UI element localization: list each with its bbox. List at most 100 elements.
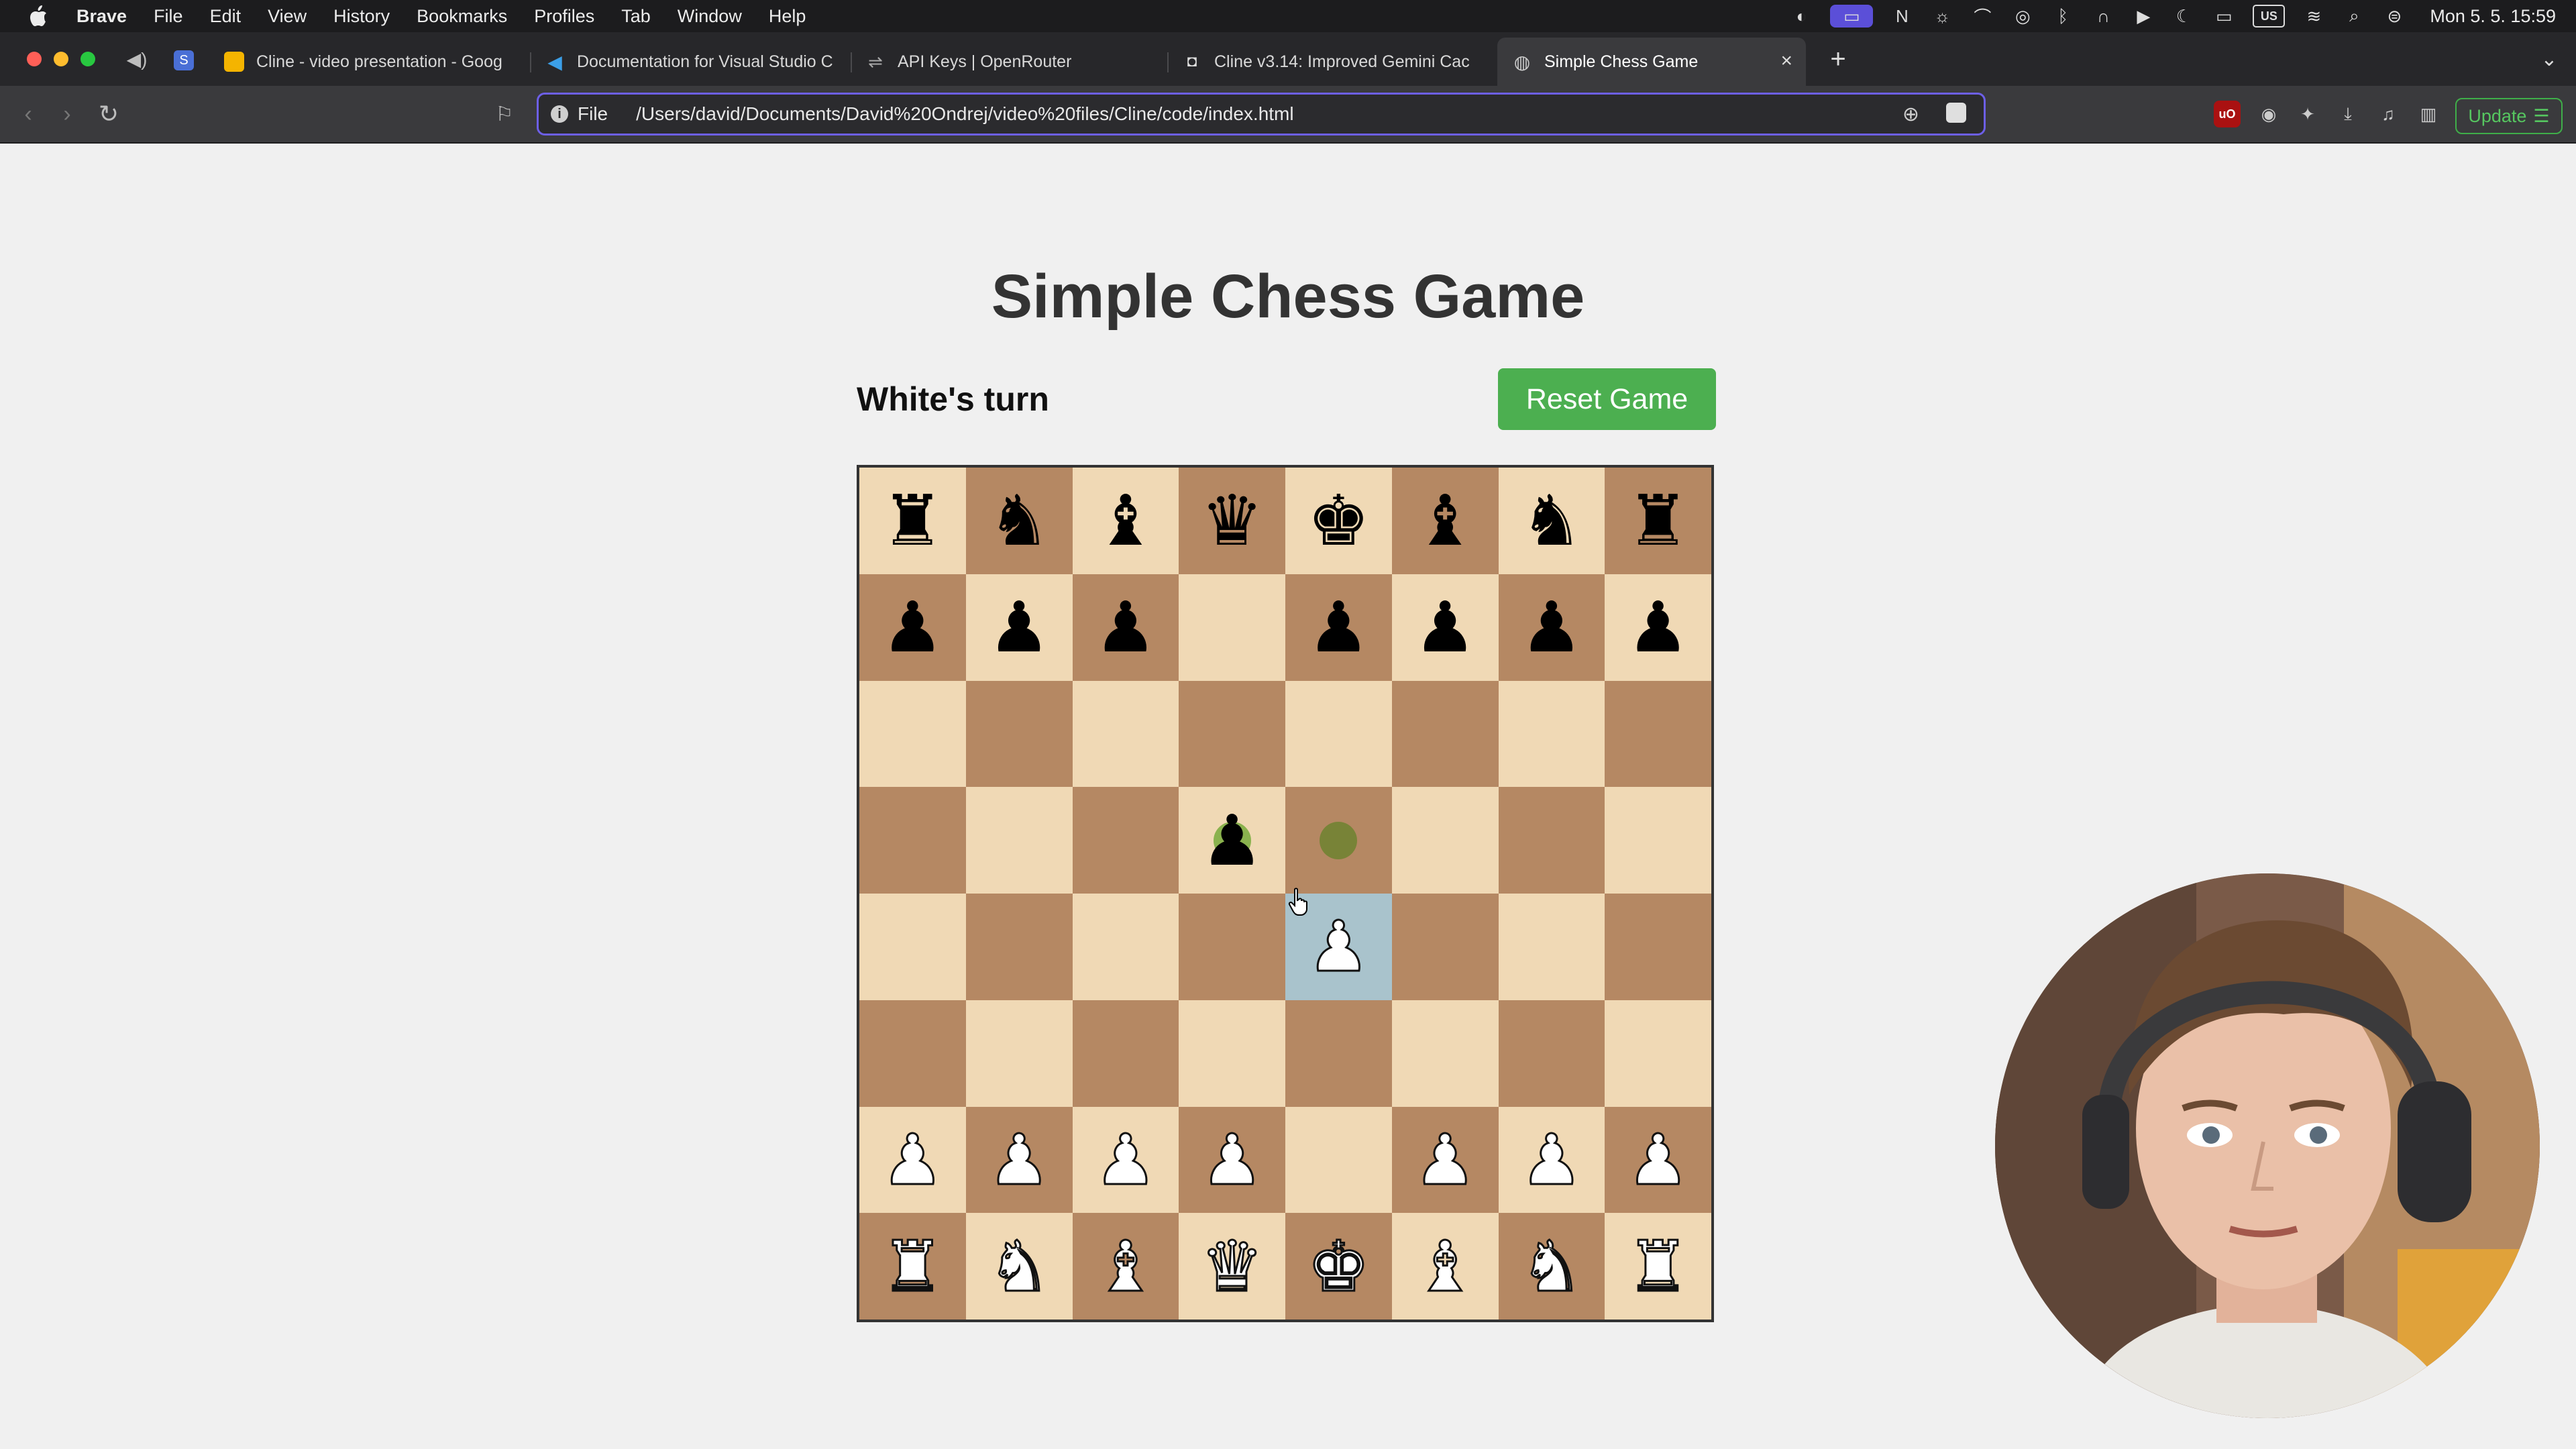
square-g6[interactable] [1498,680,1605,788]
white-pawn-piece[interactable]: ♟ [1413,1124,1477,1195]
menu-profiles[interactable]: Profiles [534,6,594,27]
notion-icon[interactable]: N [1890,5,1913,28]
square-e2[interactable] [1285,1106,1392,1214]
close-tab-icon[interactable]: × [1780,50,1792,72]
square-g5[interactable] [1498,787,1605,894]
white-pawn-piece[interactable]: ♟ [1306,911,1371,983]
square-b7[interactable]: ♟ [965,574,1073,681]
tab-cline-presentation[interactable]: Cline - video presentation - Goog [224,42,519,82]
menu-history[interactable]: History [333,6,390,27]
square-c2[interactable]: ♟ [1072,1106,1179,1214]
forward-button[interactable]: › [51,98,83,130]
menu-file[interactable]: File [154,6,183,27]
square-a6[interactable] [859,680,966,788]
square-c8[interactable]: ♝ [1072,468,1179,574]
tab-openrouter[interactable]: ⇌ API Keys | OpenRouter [865,42,1147,82]
ublock-extension-icon[interactable]: uO [2214,101,2241,127]
square-g3[interactable] [1498,1000,1605,1107]
white-knight-piece[interactable]: ♞ [1519,1230,1584,1302]
black-king-piece[interactable]: ♚ [1307,486,1370,555]
new-tab-button[interactable]: + [1822,43,1854,75]
square-d2[interactable]: ♟ [1179,1106,1285,1214]
square-h8[interactable]: ♜ [1605,468,1711,574]
tab-search-chevron-icon[interactable]: ⌄ [2533,43,2565,75]
window-zoom-button[interactable] [80,52,95,66]
square-d7[interactable] [1179,574,1285,681]
update-button[interactable]: Update ☰ [2455,98,2563,134]
square-h6[interactable] [1605,680,1711,788]
square-h3[interactable] [1605,1000,1711,1107]
black-pawn-piece[interactable]: ♟ [1094,592,1157,662]
battery-icon[interactable]: ▭ [2212,5,2235,28]
square-f3[interactable] [1391,1000,1499,1107]
reset-game-button[interactable]: Reset Game [1498,368,1716,430]
square-b2[interactable]: ♟ [965,1106,1073,1214]
square-e8[interactable]: ♚ [1285,468,1392,574]
square-f8[interactable]: ♝ [1391,468,1499,574]
square-d8[interactable]: ♛ [1179,468,1285,574]
white-knight-piece[interactable]: ♞ [987,1230,1051,1302]
white-bishop-piece[interactable]: ♝ [1413,1230,1477,1302]
square-d6[interactable] [1179,680,1285,788]
brave-shields-icon[interactable] [1946,103,1966,123]
square-d1[interactable]: ♛ [1179,1213,1285,1320]
square-h1[interactable]: ♜ [1605,1213,1711,1320]
site-info-icon[interactable]: i [551,105,568,123]
white-king-piece[interactable]: ♚ [1306,1230,1371,1302]
black-pawn-piece[interactable]: ♟ [881,592,944,662]
sidebar-toggle-icon[interactable]: ▥ [2415,101,2442,127]
square-a5[interactable] [859,787,966,894]
square-a8[interactable]: ♜ [859,468,966,574]
media-icon[interactable]: ♫ [2375,101,2402,127]
square-c3[interactable] [1072,1000,1179,1107]
tab-audio-icon[interactable]: ◀) [121,43,153,75]
square-b5[interactable] [965,787,1073,894]
black-pawn-piece[interactable]: ♟ [1627,592,1689,662]
privacy-extension-icon[interactable]: ◉ [2255,101,2282,127]
square-d3[interactable] [1179,1000,1285,1107]
window-minimize-button[interactable] [54,52,68,66]
white-rook-piece[interactable]: ♜ [880,1230,945,1302]
white-pawn-piece[interactable]: ♟ [1199,1124,1264,1195]
square-c5[interactable] [1072,787,1179,894]
black-knight-piece[interactable]: ♞ [1520,486,1582,555]
black-pawn-piece[interactable]: ♟ [1414,592,1477,662]
headphones-icon[interactable]: ∩ [2092,5,2114,28]
square-f4[interactable] [1391,894,1499,1000]
downloads-icon[interactable]: ⤓ [2334,101,2361,127]
menu-edit[interactable]: Edit [210,6,241,27]
brightness-icon[interactable]: ☼ [1931,5,1953,28]
tab-simple-chess-game[interactable]: ◍ Simple Chess Game × [1497,38,1806,86]
square-g7[interactable]: ♟ [1498,574,1605,681]
square-a4[interactable] [859,894,966,1000]
square-f5[interactable] [1391,787,1499,894]
square-g2[interactable]: ♟ [1498,1106,1605,1214]
screen-sharing-icon[interactable]: ◐ [1790,5,1813,28]
black-pawn-piece[interactable]: ♟ [1201,806,1263,875]
square-c6[interactable] [1072,680,1179,788]
menu-window[interactable]: Window [678,6,742,27]
black-rook-piece[interactable]: ♜ [1627,486,1689,555]
square-e5[interactable] [1285,787,1392,894]
square-g8[interactable]: ♞ [1498,468,1605,574]
menu-tab[interactable]: Tab [621,6,651,27]
bookmark-icon[interactable]: ⚐ [488,98,521,130]
tab-cline-release[interactable]: ◘ Cline v3.14: Improved Gemini Cac [1182,42,1477,82]
square-d4[interactable] [1179,894,1285,1000]
square-h2[interactable]: ♟ [1605,1106,1711,1214]
white-bishop-piece[interactable]: ♝ [1093,1230,1158,1302]
square-c4[interactable] [1072,894,1179,1000]
copilot-icon[interactable]: ◎ [2011,5,2034,28]
black-rook-piece[interactable]: ♜ [881,486,944,555]
arc-icon[interactable]: ⌒ [1971,5,1994,28]
black-pawn-piece[interactable]: ♟ [1520,592,1582,662]
square-f2[interactable]: ♟ [1391,1106,1499,1214]
square-a1[interactable]: ♜ [859,1213,966,1320]
address-bar[interactable]: i File /Users/david/Documents/David%20On… [537,93,1986,136]
square-c7[interactable]: ♟ [1072,574,1179,681]
url-text[interactable]: /Users/david/Documents/David%20Ondrej/vi… [636,103,1293,125]
square-a7[interactable]: ♟ [859,574,966,681]
apple-menu-icon[interactable] [27,5,50,28]
square-b8[interactable]: ♞ [965,468,1073,574]
square-f6[interactable] [1391,680,1499,788]
